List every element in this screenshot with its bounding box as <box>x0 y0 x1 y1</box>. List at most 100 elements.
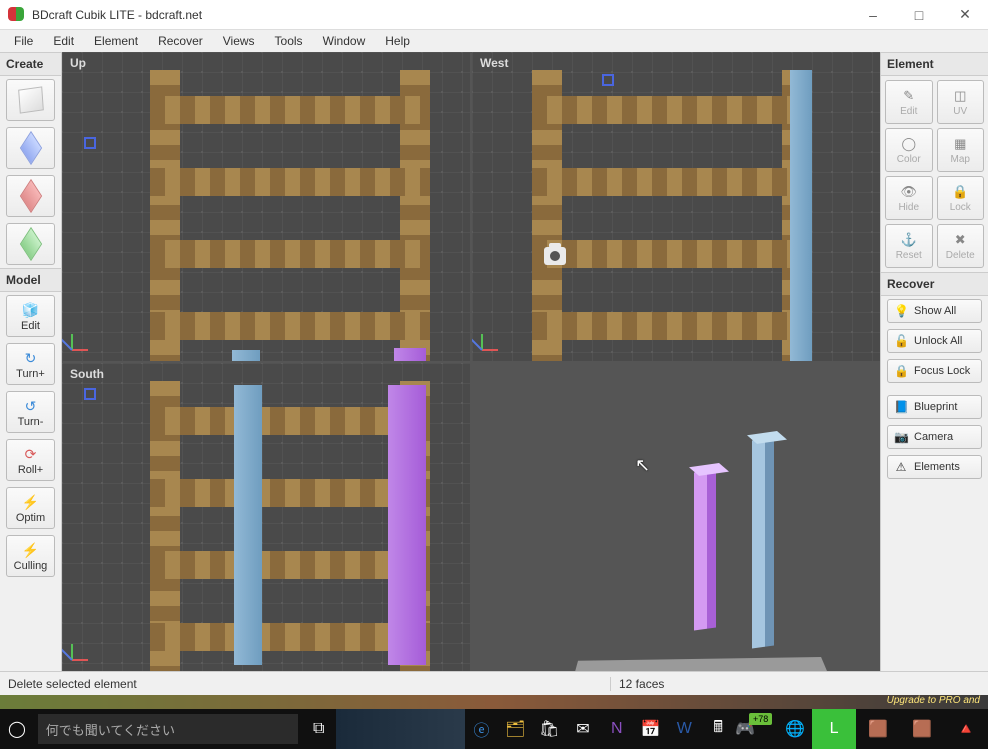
menu-tools[interactable]: Tools <box>265 32 313 50</box>
warning-icon: ⚠ <box>894 460 908 474</box>
menu-window[interactable]: Window <box>313 32 376 50</box>
chrome-icon[interactable]: 🌐 <box>778 709 812 749</box>
viewport-south[interactable]: South <box>62 363 470 672</box>
element-blue-3d <box>752 437 774 648</box>
store-icon[interactable]: 🛍 <box>532 709 566 749</box>
recover-show-all-button[interactable]: 💡Show All <box>887 299 982 323</box>
mail-icon[interactable]: ✉ <box>566 709 600 749</box>
recover-camera-button[interactable]: 📷Camera <box>887 425 982 449</box>
element-purple-up <box>394 348 426 361</box>
onenote-icon[interactable]: N <box>600 709 634 749</box>
element-lock-button[interactable]: 🔒Lock <box>937 176 985 220</box>
element-delete-button[interactable]: ✖Delete <box>937 224 985 268</box>
delete-icon: ✖ <box>955 232 966 248</box>
create-plane-red-button[interactable] <box>6 175 55 217</box>
calculator-icon[interactable]: 🖩 <box>701 709 735 749</box>
recover-blueprint-button[interactable]: 📘Blueprint <box>887 395 982 419</box>
explorer-icon[interactable]: 🗂 <box>498 709 532 749</box>
line-icon[interactable]: L <box>812 709 856 749</box>
cubik-tray-icon[interactable]: 🔺 <box>944 709 988 749</box>
maximize-button[interactable]: □ <box>896 0 942 30</box>
element-hide-label: Hide <box>898 202 919 213</box>
model-edit-label: Edit <box>21 320 40 332</box>
element-edit-button[interactable]: ✎Edit <box>885 80 933 124</box>
model-culling-label: Culling <box>14 560 48 572</box>
element-map-button[interactable]: ▦Map <box>937 128 985 172</box>
element-color-button[interactable]: ◯ Color <box>885 128 933 172</box>
viewport-3d[interactable] <box>472 363 880 672</box>
unlock-icon: 🔓 <box>894 334 908 348</box>
cortana-icon[interactable]: ◯ <box>0 709 34 749</box>
turn-minus-icon: ↺ <box>21 396 41 416</box>
create-plane-blue-button[interactable] <box>6 127 55 169</box>
recover-unlock-all-button[interactable]: 🔓Unlock All <box>887 329 982 353</box>
recover-focus-lock-label: Focus Lock <box>914 365 970 377</box>
axis-gizmo-south <box>72 631 102 661</box>
recover-blueprint-label: Blueprint <box>914 401 957 413</box>
element-map-label: Map <box>951 154 970 165</box>
menu-views[interactable]: Views <box>213 32 265 50</box>
menu-file[interactable]: File <box>4 32 43 50</box>
recover-elements-label: Elements <box>914 461 960 473</box>
model-roll-plus-button[interactable]: ⟳Roll+ <box>6 439 55 481</box>
roll-plus-icon: ⟳ <box>21 444 41 464</box>
menu-recover[interactable]: Recover <box>148 32 213 50</box>
close-button[interactable]: ✕ <box>942 0 988 30</box>
model-turn-plus-button[interactable]: ↻Turn+ <box>6 343 55 385</box>
recover-show-all-label: Show All <box>914 305 956 317</box>
viewport-west[interactable]: West <box>472 52 880 361</box>
element-uv-label: UV <box>953 106 967 117</box>
model-header: Model <box>0 268 61 292</box>
model-optim-button[interactable]: ⚡Optim <box>6 487 55 529</box>
tray-app-1-icon[interactable]: 🟫 <box>856 709 900 749</box>
model-culling-button[interactable]: ⚡Culling <box>6 535 55 577</box>
element-reset-label: Reset <box>896 250 922 261</box>
camera-icon[interactable] <box>544 247 566 265</box>
menu-element[interactable]: Element <box>84 32 148 50</box>
element-header: Element <box>881 52 988 76</box>
element-color-label: Color <box>897 154 921 165</box>
word-icon[interactable]: W <box>667 709 701 749</box>
element-blue-up <box>232 350 260 361</box>
upgrade-text[interactable]: Upgrade to PRO and <box>887 695 980 706</box>
cortana-search-input[interactable]: 何でも聞いてください <box>38 714 298 744</box>
selection-marker-icon <box>84 388 96 400</box>
pencil-icon: ✎ <box>903 88 914 104</box>
create-cube-button[interactable] <box>6 79 55 121</box>
element-uv-button[interactable]: ◫ UV <box>937 80 985 124</box>
taskbar-app-thumbnails[interactable] <box>336 709 465 749</box>
viewport-up-label: Up <box>70 56 86 70</box>
model-turn-minus-button[interactable]: ↺Turn- <box>6 391 55 433</box>
calendar-icon[interactable]: 📅 <box>634 709 668 749</box>
model-turnp-label: Turn+ <box>16 368 45 380</box>
element-purple-3d <box>694 469 716 630</box>
lock-green-icon: 🔒 <box>894 364 908 378</box>
element-reset-button[interactable]: ⚓ Reset <box>885 224 933 268</box>
recover-focus-lock-button[interactable]: 🔒 Focus Lock <box>887 359 982 383</box>
diamond-green-icon <box>19 227 41 261</box>
game-icon[interactable]: 🎮+78 <box>735 709 778 749</box>
edge-icon[interactable]: ⓔ <box>465 709 499 749</box>
ladder-sprite-up <box>150 70 430 361</box>
task-view-icon[interactable]: ⧉ <box>302 709 336 749</box>
menu-help[interactable]: Help <box>375 32 420 50</box>
main-area: Create Model 🧊Edit ↻Turn+ ↺Turn- ⟳Roll+ … <box>0 52 988 671</box>
model-rollp-label: Roll+ <box>18 464 43 476</box>
recover-header: Recover <box>881 272 988 296</box>
uv-icon: ◫ <box>954 88 966 104</box>
status-bar: Delete selected element 12 faces <box>0 671 988 695</box>
element-blue-west <box>790 70 812 361</box>
menu-edit[interactable]: Edit <box>43 32 84 50</box>
color-icon: ◯ <box>901 136 916 152</box>
element-hide-button[interactable]: 👁Hide <box>885 176 933 220</box>
tray-app-2-icon[interactable]: 🟫 <box>900 709 944 749</box>
create-plane-green-button[interactable] <box>6 223 55 265</box>
recover-elements-button[interactable]: ⚠ Elements <box>887 455 982 479</box>
ladder-sprite-west <box>532 70 812 361</box>
viewport-up[interactable]: Up <box>62 52 470 361</box>
anchor-icon: ⚓ <box>901 232 917 248</box>
minimize-button[interactable]: – <box>850 0 896 30</box>
model-edit-button[interactable]: 🧊Edit <box>6 295 55 337</box>
app-icon <box>8 7 24 23</box>
right-panel: Element ✎Edit ◫ UV ◯ Color ▦Map 👁Hide 🔒Loc… <box>880 52 988 671</box>
